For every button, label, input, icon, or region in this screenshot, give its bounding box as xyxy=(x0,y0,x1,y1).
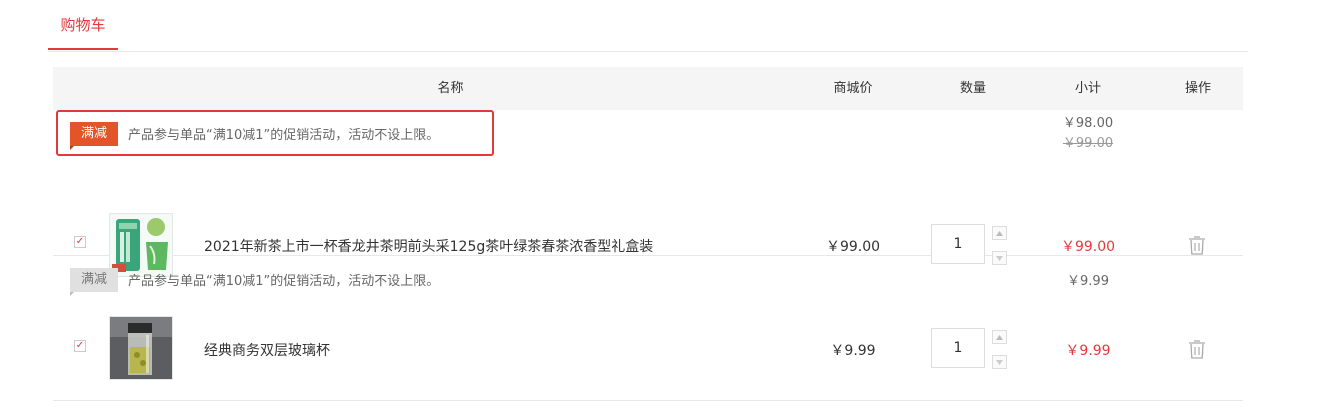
tab-cart[interactable]: 购物车 xyxy=(48,0,118,50)
header-price: 商城价 xyxy=(833,81,873,96)
highlight-box xyxy=(56,110,494,156)
trash-icon[interactable] xyxy=(1188,339,1206,359)
header-subtotal: 小计 xyxy=(1074,81,1101,96)
quantity-decrease-button[interactable] xyxy=(992,355,1007,369)
group-total: ￥9.99 xyxy=(1067,274,1109,289)
promo-text: 产品参与单品“满10减1”的促销活动，活动不设上限。 xyxy=(128,274,440,289)
quantity-input[interactable] xyxy=(931,328,985,368)
item-checkbox[interactable]: ✓ xyxy=(74,340,86,352)
glass-cup-illustration xyxy=(110,317,172,379)
quantity-increase-button[interactable] xyxy=(992,226,1007,240)
table-header: 名称 商城价 数量 小计 操作 xyxy=(53,67,1243,110)
tab-bar: 购物车 xyxy=(48,0,1248,52)
header-action: 操作 xyxy=(1184,81,1211,96)
product-image-glass-cup[interactable] xyxy=(109,316,173,380)
promo-tag: 满减 xyxy=(70,268,118,296)
item-price: ￥99.00 xyxy=(825,239,881,255)
trash-icon[interactable] xyxy=(1188,235,1206,255)
caret-up-icon xyxy=(996,230,1003,236)
item-subtotal: ￥99.00 xyxy=(1060,239,1116,255)
item-price: ￥9.99 xyxy=(830,343,876,359)
group-original-total: ￥99.00 xyxy=(1062,136,1114,151)
cart-group: 满减 产品参与单品“满10减1”的促销活动，活动不设上限。 ￥9.99 ✓ 经典… xyxy=(53,256,1243,401)
header-name: 名称 xyxy=(437,81,464,96)
caret-down-icon xyxy=(996,359,1003,365)
item-checkbox[interactable]: ✓ xyxy=(74,236,86,248)
header-qty: 数量 xyxy=(959,81,986,96)
product-name[interactable]: 经典商务双层玻璃杯 xyxy=(204,340,330,360)
item-subtotal: ￥9.99 xyxy=(1065,343,1111,359)
product-name[interactable]: 2021年新茶上市一杯香龙井茶明前头采125g茶叶绿茶春茶浓香型礼盒装 xyxy=(204,236,653,256)
quantity-increase-button[interactable] xyxy=(992,330,1007,344)
caret-up-icon xyxy=(996,334,1003,340)
group-total: ￥98.00 xyxy=(1062,116,1114,131)
